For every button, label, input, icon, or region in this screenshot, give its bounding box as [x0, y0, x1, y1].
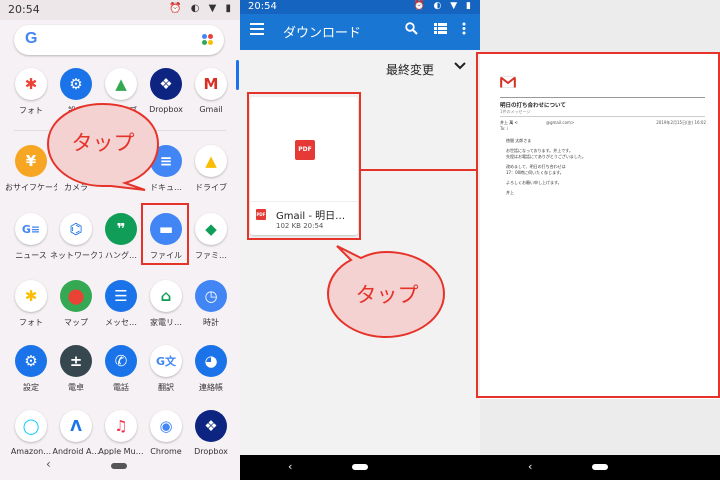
settings-icon: ⚙: [15, 345, 47, 377]
app-family[interactable]: ◆ ファミ…: [185, 213, 237, 261]
settings-icon: ⚙: [60, 68, 92, 100]
alexa-icon: ◯: [15, 410, 47, 442]
home-button[interactable]: [352, 464, 368, 470]
status-icons: ⏰ ◐ ▼ ▮: [413, 1, 474, 11]
menu-icon[interactable]: [250, 23, 264, 38]
clock-icon: ◷: [195, 280, 227, 312]
app-clock[interactable]: ◷ 時計: [185, 280, 237, 328]
drive-icon: ▲: [105, 68, 137, 100]
dropbox-icon: ❖: [195, 410, 227, 442]
back-icon[interactable]: ‹: [528, 460, 532, 473]
search-icon[interactable]: [405, 22, 418, 38]
navigation-bar: ‹: [0, 455, 240, 480]
files-app-highlight: [141, 203, 189, 265]
back-icon[interactable]: ‹: [288, 460, 292, 473]
remote-icon: ⌂: [150, 280, 182, 312]
google-logo-icon: G: [25, 30, 38, 47]
home-button[interactable]: [592, 464, 608, 470]
family-icon: ◆: [195, 213, 227, 245]
file-card-highlight: [247, 92, 361, 240]
phone-icon: ✆: [105, 345, 137, 377]
dropbox-icon: ❖: [150, 68, 182, 100]
app-label: ファミ…: [195, 251, 227, 260]
more-options-icon[interactable]: [462, 22, 466, 38]
pdf-page-highlight: [476, 52, 720, 398]
drive-icon: ▲: [195, 145, 227, 177]
calculator-icon: ±: [60, 345, 92, 377]
navigation-bar: ‹: [240, 455, 480, 480]
status-time: 20:54: [8, 3, 40, 16]
app-gmail[interactable]: M Gmail: [185, 68, 237, 114]
apple-music-icon: ♫: [105, 410, 137, 442]
messages-icon: ☰: [105, 280, 137, 312]
gmail-icon: M: [195, 68, 227, 100]
back-icon[interactable]: ‹: [46, 457, 51, 471]
launcher-panel: 20:54 ⏰ ◐ ▼ ▮ G ✱フォト⚙設定▲ドライブ❖DropboxMGma…: [0, 0, 240, 480]
tap-callout-2-text: タップ: [356, 283, 419, 307]
chrome-icon: ◉: [150, 410, 182, 442]
app-label: ドライブ: [195, 183, 227, 192]
status-icons: ⏰ ◐ ▼ ▮: [169, 3, 234, 14]
app-drive[interactable]: ▲ ドライブ: [185, 145, 237, 193]
android-auto-icon: Λ: [60, 410, 92, 442]
news-icon: G≡: [15, 213, 47, 245]
list-view-icon[interactable]: [434, 22, 447, 38]
network-icon: ⌬: [60, 213, 92, 245]
app-bar: ダウンロード: [240, 14, 480, 50]
contacts-icon: ◕: [195, 345, 227, 377]
status-time: 20:54: [248, 1, 277, 12]
osaifu-icon: ¥: [15, 145, 47, 177]
tap-callout-1: タップ: [46, 102, 160, 191]
assistant-icon[interactable]: [202, 34, 214, 46]
status-bar: 20:54 ⏰ ◐ ▼ ▮: [0, 0, 240, 20]
translate-icon: G文: [150, 345, 182, 377]
tap-callout-2: タップ: [326, 245, 446, 339]
app-dropbox[interactable]: ❖ Dropbox: [185, 410, 237, 456]
status-bar: 20:54 ⏰ ◐ ▼ ▮: [240, 0, 480, 14]
chevron-down-icon[interactable]: [454, 59, 466, 74]
photos-icon: ✱: [15, 280, 47, 312]
photos-icon: ✱: [15, 68, 47, 100]
sort-bar[interactable]: 最終変更: [240, 50, 480, 90]
app-label: 時計: [203, 318, 219, 327]
sort-label[interactable]: 最終変更: [386, 61, 434, 78]
maps-icon: ⬤: [60, 280, 92, 312]
app-contacts[interactable]: ◕ 連絡帳: [185, 345, 237, 393]
page-title: ダウンロード: [283, 26, 362, 41]
app-label: Gmail: [199, 105, 223, 114]
navigation-bar: ‹: [480, 455, 720, 480]
hangouts-icon: ❞: [105, 213, 137, 245]
tap-callout-1-text: タップ: [72, 131, 135, 155]
google-search-bar[interactable]: G: [14, 25, 224, 55]
scrollbar[interactable]: [236, 60, 239, 90]
home-button[interactable]: [111, 463, 127, 469]
app-label: 連絡帳: [199, 383, 223, 392]
